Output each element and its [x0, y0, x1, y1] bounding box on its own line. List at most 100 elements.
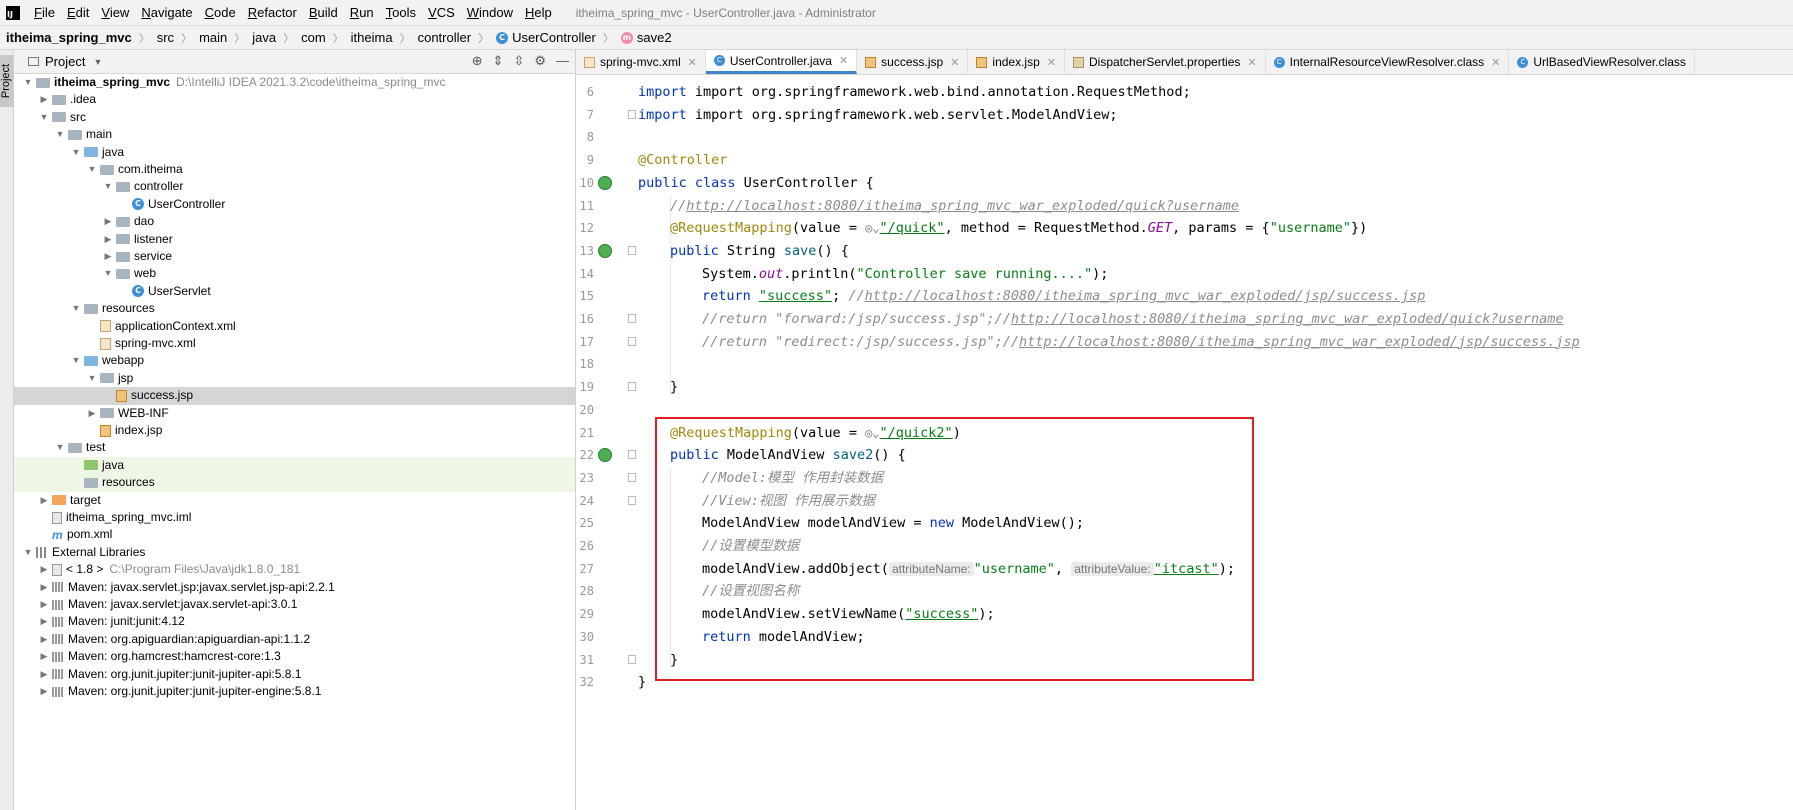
locate-icon[interactable]: ⊕ — [472, 53, 483, 69]
tree-item[interactable]: ▶ dao — [14, 213, 575, 230]
tree-item[interactable]: ▼ com.itheima — [14, 161, 575, 178]
breadcrumb-com[interactable]: com — [297, 30, 330, 45]
tree-item[interactable]: ▶ < 1.8 > C:\Program Files\Java\jdk1.8.0_1… — [14, 561, 575, 578]
fold-icon[interactable] — [628, 245, 636, 255]
chevron-down-icon[interactable]: ▼ — [70, 144, 82, 161]
chevron-down-icon[interactable]: ▼ — [70, 300, 82, 317]
spring-request-mapping-icon[interactable] — [598, 448, 612, 463]
chevron-right-icon[interactable]: ▶ — [102, 213, 114, 230]
tree-item[interactable]: applicationContext.xml — [14, 318, 575, 335]
tree-item[interactable]: resources — [14, 474, 575, 492]
chevron-right-icon[interactable]: ▶ — [38, 631, 50, 648]
chevron-down-icon[interactable]: ▼ — [86, 161, 98, 178]
chevron-right-icon[interactable]: ▶ — [86, 405, 98, 422]
expand-all-icon[interactable]: ⇕ — [493, 53, 504, 69]
tree-item[interactable]: index.jsp — [14, 422, 575, 439]
tree-item[interactable]: ▼ controller — [14, 178, 575, 195]
breadcrumb-usercontroller[interactable]: C UserController — [492, 30, 600, 45]
chevron-right-icon[interactable]: ▶ — [38, 561, 50, 578]
gear-icon[interactable]: ⚙ — [534, 53, 546, 69]
chevron-down-icon[interactable]: ▼ — [54, 126, 66, 143]
chevron-down-icon[interactable]: ▼ — [22, 74, 34, 91]
chevron-right-icon[interactable]: ▶ — [38, 492, 50, 509]
tree-item[interactable]: ▶ Maven: org.junit.jupiter:junit-jupiter-… — [14, 683, 575, 700]
chevron-down-icon[interactable]: ▼ — [38, 109, 50, 126]
project-tool-window-button[interactable]: Project — [0, 55, 13, 107]
tree-item[interactable]: ▼ web — [14, 265, 575, 282]
tree-item[interactable]: C UserServlet — [14, 283, 575, 300]
tree-item[interactable]: ▶ Maven: org.junit.jupiter:junit-jupiter-… — [14, 666, 575, 683]
tree-item[interactable]: m pom.xml — [14, 526, 575, 543]
tab-success-jsp[interactable]: success.jsp ✕ — [857, 50, 969, 74]
project-view-selector[interactable]: Project ▼ — [28, 54, 102, 69]
tree-item[interactable]: ▶ Maven: javax.servlet:javax.servlet-api:… — [14, 596, 575, 613]
tree-item[interactable]: spring-mvc.xml — [14, 335, 575, 352]
chevron-down-icon[interactable]: ▼ — [102, 265, 114, 282]
tree-item-selected[interactable]: success.jsp — [14, 387, 575, 405]
tree-item[interactable]: ▶ target — [14, 492, 575, 509]
collapse-all-icon[interactable]: ⇳ — [513, 53, 524, 69]
tab-index-jsp[interactable]: index.jsp ✕ — [968, 50, 1065, 74]
menu-window[interactable]: Window — [461, 0, 519, 25]
tree-item[interactable]: java — [14, 456, 575, 475]
chevron-down-icon[interactable]: ▼ — [54, 439, 66, 456]
breadcrumb-src[interactable]: src — [153, 30, 178, 45]
globe-icon[interactable]: ◎⌄ — [865, 221, 879, 235]
chevron-down-icon[interactable]: ▼ — [102, 178, 114, 195]
chevron-down-icon[interactable]: ▼ — [70, 352, 82, 369]
fold-icon[interactable] — [628, 314, 636, 323]
tree-item[interactable]: ▼ External Libraries — [14, 544, 575, 561]
menu-code[interactable]: Code — [199, 0, 242, 25]
close-icon[interactable]: ✕ — [688, 56, 697, 69]
spring-request-mapping-icon[interactable] — [598, 243, 612, 258]
menu-tools[interactable]: Tools — [380, 0, 422, 25]
tree-item[interactable]: ▶ WEB-INF — [14, 405, 575, 422]
tab-spring-mvc-xml[interactable]: spring-mvc.xml ✕ — [576, 50, 706, 74]
breadcrumb-main[interactable]: main — [195, 30, 231, 45]
tree-item[interactable]: ▶ Maven: javax.servlet.jsp:javax.servlet.… — [14, 579, 575, 596]
menu-view[interactable]: View — [95, 0, 135, 25]
fold-icon[interactable] — [628, 450, 636, 460]
menu-navigate[interactable]: Navigate — [135, 0, 198, 25]
chevron-right-icon[interactable]: ▶ — [38, 613, 50, 630]
menu-vcs[interactable]: VCS — [422, 0, 461, 25]
tree-item[interactable]: ▶ Maven: org.hamcrest:hamcrest-core:1.3 — [14, 648, 575, 665]
tree-item[interactable]: ▼ java — [14, 144, 575, 161]
tree-item[interactable]: ▶ service — [14, 248, 575, 265]
chevron-right-icon[interactable]: ▶ — [38, 648, 50, 665]
tree-item[interactable]: ▶ Maven: org.apiguardian:apiguardian-api:… — [14, 631, 575, 648]
tree-item[interactable]: ▼ resources — [14, 300, 575, 317]
menu-build[interactable]: Build — [303, 0, 344, 25]
breadcrumb-controller[interactable]: controller — [414, 30, 475, 45]
menu-refactor[interactable]: Refactor — [242, 0, 303, 25]
tab-urlbasedviewresolver-class[interactable]: C UrlBasedViewResolver.class — [1509, 50, 1695, 74]
tree-item[interactable]: ▼ jsp — [14, 370, 575, 387]
menu-help[interactable]: Help — [519, 0, 558, 25]
breadcrumb-save2[interactable]: m save2 — [617, 30, 676, 45]
menu-run[interactable]: Run — [344, 0, 380, 25]
close-icon[interactable]: ✕ — [950, 56, 959, 69]
chevron-right-icon[interactable]: ▶ — [102, 248, 114, 265]
chevron-right-icon[interactable]: ▶ — [38, 91, 50, 108]
fold-icon[interactable] — [628, 654, 636, 664]
tree-item[interactable]: ▼ webapp — [14, 352, 575, 369]
tree-item[interactable]: ▶ Maven: junit:junit:4.12 — [14, 613, 575, 630]
chevron-right-icon[interactable]: ▶ — [102, 231, 114, 248]
tree-item[interactable]: ▼ src — [14, 109, 575, 126]
menu-edit[interactable]: Edit — [61, 0, 95, 25]
fold-icon[interactable] — [628, 109, 636, 119]
chevron-right-icon[interactable]: ▶ — [38, 596, 50, 613]
hide-icon[interactable]: — — [556, 53, 569, 69]
tab-dispatcherservlet-properties[interactable]: DispatcherServlet.properties ✕ — [1065, 50, 1266, 74]
chevron-right-icon[interactable]: ▶ — [38, 666, 50, 683]
breadcrumb-project[interactable]: itheima_spring_mvc — [0, 30, 136, 45]
chevron-down-icon[interactable]: ▼ — [86, 370, 98, 387]
menu-file[interactable]: File — [28, 0, 61, 25]
breadcrumb-java[interactable]: java — [248, 30, 280, 45]
tree-item[interactable]: itheima_spring_mvc.iml — [14, 509, 575, 526]
tree-item[interactable]: C UserController — [14, 196, 575, 213]
tree-item[interactable]: ▼ test — [14, 439, 575, 456]
globe-icon[interactable]: ◎⌄ — [865, 426, 879, 440]
tree-item[interactable]: ▼ main — [14, 126, 575, 143]
code-editor[interactable]: import import org.springframework.web.bi… — [638, 75, 1793, 810]
